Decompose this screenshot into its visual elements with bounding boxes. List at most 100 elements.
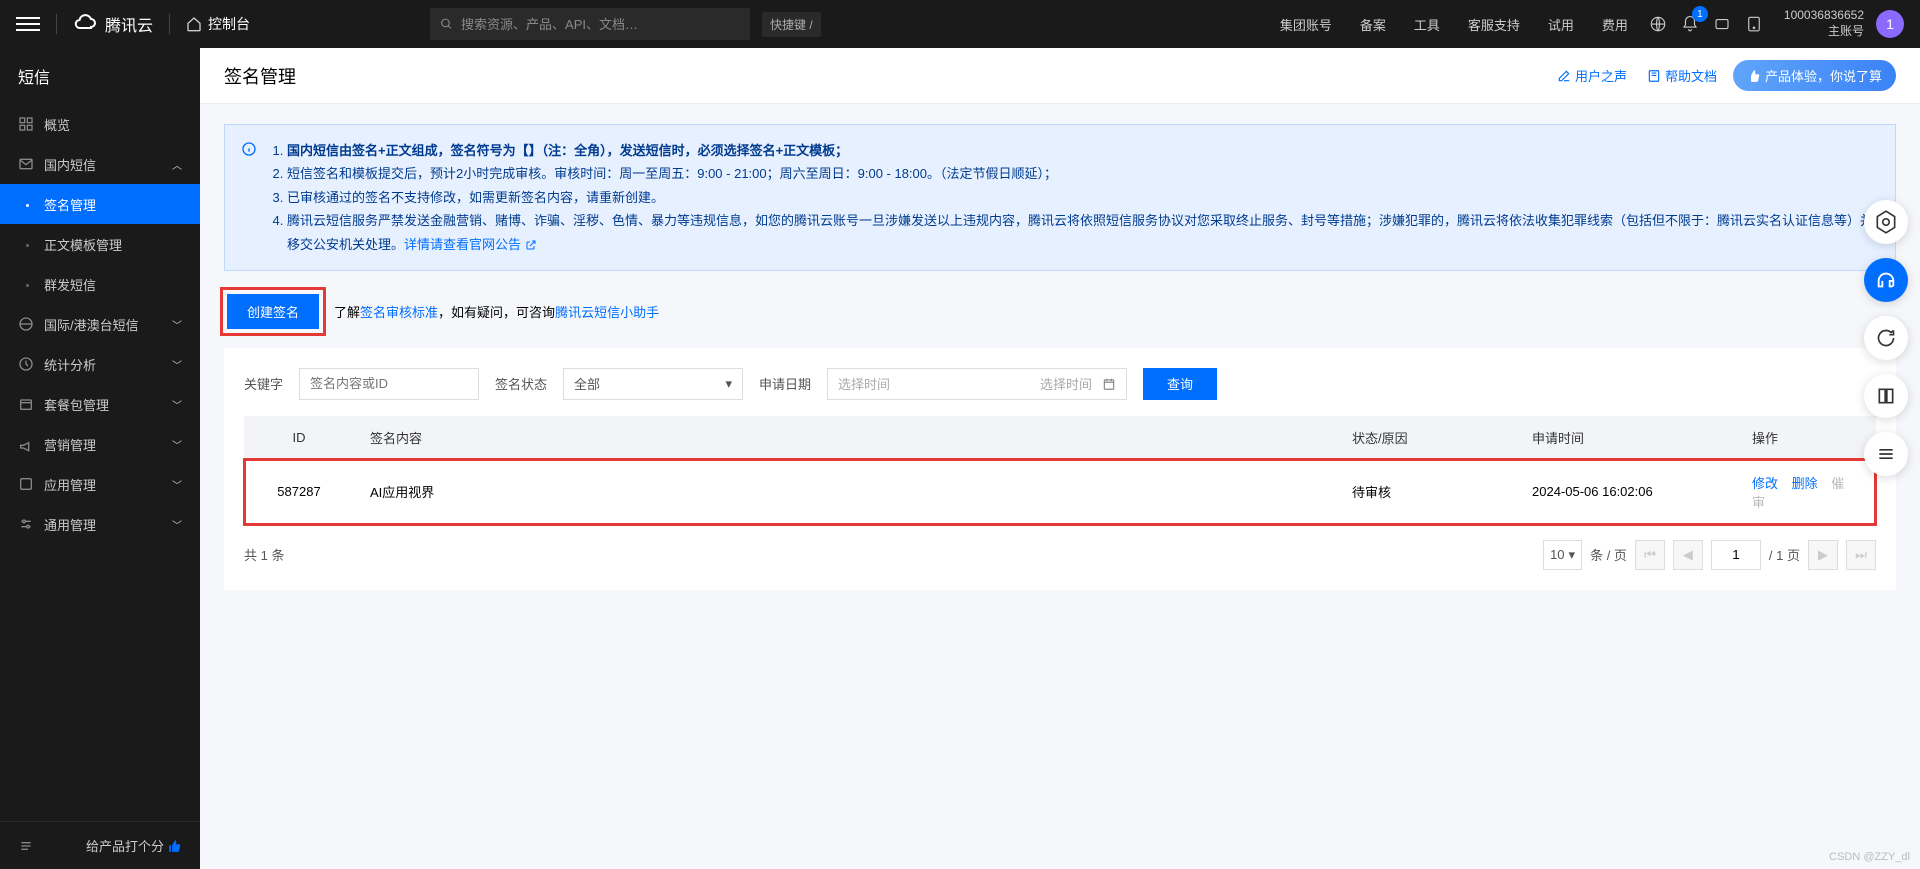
package-icon (18, 396, 34, 412)
cell-id: 587287 (244, 459, 354, 526)
assistant-icon[interactable] (1706, 8, 1738, 40)
nav-billing[interactable]: 费用 (1588, 15, 1642, 34)
account-info[interactable]: 100036836652 主账号 (1784, 8, 1864, 39)
status-select[interactable]: 全部 ▾ (563, 368, 743, 400)
th-action: 操作 (1736, 416, 1876, 459)
keyword-input[interactable] (299, 368, 479, 400)
account-type: 主账号 (1828, 24, 1864, 40)
globe-icon[interactable] (1642, 8, 1674, 40)
page-input[interactable] (1711, 540, 1761, 570)
sidebar-item-domestic[interactable]: 国内短信 ︿ (0, 144, 200, 184)
sidebar-item-package[interactable]: 套餐包管理 ﹀ (0, 384, 200, 424)
per-page-label: 条 / 页 (1590, 545, 1627, 564)
nav-trial[interactable]: 试用 (1534, 15, 1588, 34)
notice-item: 短信签名和模板提交后，预计2小时完成审核。审核时间：周一至周五：9:00 - 2… (287, 162, 1879, 185)
chevron-down-icon: ﹀ (172, 357, 182, 372)
create-signature-button[interactable]: 创建签名 (227, 294, 319, 329)
nav-support[interactable]: 客服支持 (1454, 15, 1534, 34)
thumbs-up-icon (1747, 69, 1761, 83)
hamburger-icon[interactable] (16, 12, 40, 36)
nav-beian[interactable]: 备案 (1346, 15, 1400, 34)
settings-icon (18, 516, 34, 532)
caret-down-icon: ▾ (726, 376, 733, 392)
notice-item: 国内短信由签名+正文组成，签名符号为【】（注：全角），发送短信时，必须选择签名+… (287, 139, 1879, 162)
float-hex-icon[interactable] (1864, 200, 1908, 244)
delete-link[interactable]: 删除 (1792, 476, 1818, 491)
notice-item: 腾讯云短信服务严禁发送金融营销、赌博、诈骗、淫秽、色情、暴力等违规信息，如您的腾… (287, 209, 1879, 256)
notice-item: 已审核通过的签名不支持修改，如需更新签名内容，请重新创建。 (287, 186, 1879, 209)
book-icon (1647, 69, 1661, 83)
chevron-down-icon: ﹀ (172, 437, 182, 452)
cloud-icon (73, 12, 97, 36)
nav-tools[interactable]: 工具 (1400, 15, 1454, 34)
th-content: 签名内容 (354, 416, 1336, 459)
query-button[interactable]: 查询 (1143, 368, 1217, 400)
experience-button[interactable]: 产品体验，你说了算 (1733, 60, 1896, 91)
sidebar-item-bulk[interactable]: 群发短信 (0, 264, 200, 304)
table-row: 587287 AI应用视界 待审核 2024-05-06 16:02:06 修改… (244, 459, 1876, 526)
thumbs-up-icon (168, 839, 182, 853)
keyword-label: 关键字 (244, 374, 283, 393)
first-page-button: ⏮ (1635, 540, 1665, 570)
home-icon (186, 16, 202, 32)
brand-logo[interactable]: 腾讯云 (73, 12, 153, 36)
watermark: CSDN @ZZY_dl (1829, 851, 1910, 863)
cell-actions: 修改 删除 催审 (1736, 459, 1876, 526)
chevron-down-icon: ﹀ (172, 397, 182, 412)
th-id: ID (244, 416, 354, 459)
sidebar-item-marketing[interactable]: 营销管理 ﹀ (0, 424, 200, 464)
notice-link[interactable]: 详情请查看官网公告 (404, 237, 537, 252)
date-range-picker[interactable]: 选择时间 选择时间 (827, 368, 1127, 400)
external-link-icon (525, 239, 537, 251)
sms-assistant-link[interactable]: 腾讯云短信小助手 (555, 305, 659, 320)
chevron-up-icon: ︿ (172, 157, 182, 172)
search-input[interactable] (461, 17, 740, 32)
console-link[interactable]: 控制台 (186, 14, 250, 34)
prev-page-button: ◀ (1673, 540, 1703, 570)
calendar-icon (1102, 377, 1116, 391)
help-docs-link[interactable]: 帮助文档 (1647, 66, 1717, 85)
user-voice-link[interactable]: 用户之声 (1557, 66, 1627, 85)
float-docs-icon[interactable] (1864, 374, 1908, 418)
shortcut-hint: 快捷键 / (762, 12, 821, 37)
cell-content: AI应用视界 (354, 459, 1336, 526)
sidebar-item-templates[interactable]: 正文模板管理 (0, 224, 200, 264)
sidebar-item-overview[interactable]: 概览 (0, 104, 200, 144)
cell-status: 待审核 (1336, 459, 1516, 526)
avatar[interactable]: 1 (1876, 10, 1904, 38)
float-feedback-icon[interactable] (1864, 316, 1908, 360)
notice-panel: 国内短信由签名+正文组成，签名符号为【】（注：全角），发送短信时，必须选择签名+… (224, 124, 1896, 271)
notification-icon[interactable]: 1 (1674, 8, 1706, 40)
mini-program-icon[interactable] (1738, 8, 1770, 40)
global-search[interactable] (430, 8, 750, 40)
edit-link[interactable]: 修改 (1752, 476, 1778, 491)
caret-down-icon: ▾ (1569, 547, 1576, 563)
brand-name: 腾讯云 (105, 12, 153, 36)
rate-product-link[interactable]: 给产品打个分 (86, 836, 182, 855)
total-pages: / 1 页 (1769, 545, 1800, 564)
info-icon (241, 141, 257, 157)
chevron-down-icon: ﹀ (172, 477, 182, 492)
sidebar-item-general[interactable]: 通用管理 ﹀ (0, 504, 200, 544)
page-size-select[interactable]: 10 ▾ (1543, 540, 1582, 570)
date-label: 申请日期 (759, 374, 811, 393)
collapse-icon[interactable] (18, 838, 34, 854)
status-label: 签名状态 (495, 374, 547, 393)
float-menu-icon[interactable] (1864, 432, 1908, 476)
toolbar-hint: 了解签名审核标准，如有疑问，可咨询腾讯云短信小助手 (334, 302, 659, 321)
float-headset-icon[interactable] (1864, 258, 1908, 302)
sidebar-item-signatures[interactable]: 签名管理 (0, 184, 200, 224)
th-status: 状态/原因 (1336, 416, 1516, 459)
grid-icon (18, 116, 34, 132)
last-page-button: ⏭ (1846, 540, 1876, 570)
chart-icon (18, 356, 34, 372)
app-icon (18, 476, 34, 492)
audit-standard-link[interactable]: 签名审核标准 (360, 305, 438, 320)
sidebar-item-intl[interactable]: 国际/港澳台短信 ﹀ (0, 304, 200, 344)
nav-group-account[interactable]: 集团账号 (1266, 15, 1346, 34)
edit-icon (1557, 69, 1571, 83)
sidebar-item-stats[interactable]: 统计分析 ﹀ (0, 344, 200, 384)
next-page-button: ▶ (1808, 540, 1838, 570)
sidebar-item-app[interactable]: 应用管理 ﹀ (0, 464, 200, 504)
globe-icon (18, 316, 34, 332)
